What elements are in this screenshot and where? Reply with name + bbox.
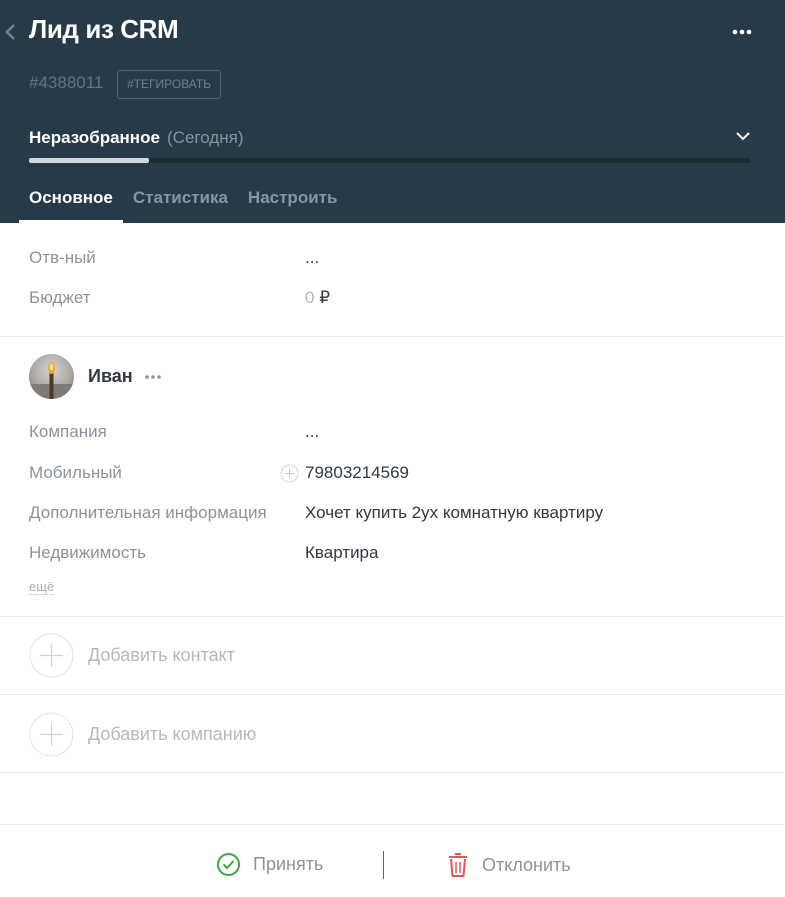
realty-value[interactable]: Квартира [305,543,378,563]
tab-main[interactable]: Основное [19,178,123,223]
company-label: Компания [29,422,107,441]
stage-progress-fill [29,158,149,163]
stage-name[interactable]: Неразобранное [29,128,160,148]
more-icon[interactable] [730,22,754,42]
tag-button[interactable]: #ТЕГИРОВАТЬ [117,70,222,99]
avatar[interactable] [29,354,74,399]
extra-info-label: Дополнительная информация [29,503,267,522]
divider [0,772,785,773]
tab-settings[interactable]: Настроить [238,178,348,223]
mobile-label: Мобильный [29,463,122,482]
budget-currency: ₽ [319,288,331,307]
back-icon[interactable] [2,20,18,44]
stage-date: (Сегодня) [167,128,244,147]
reject-label: Отклонить [482,854,571,875]
add-contact-label: Добавить контакт [88,645,235,665]
chevron-down-icon[interactable] [734,127,752,145]
lead-header: Лид из CRM #4388011 #ТЕГИРОВАТЬ Неразобр… [0,0,785,223]
footer-divider [0,824,785,825]
budget-value[interactable]: 0 ₽ [305,288,330,308]
avatar-image [29,362,74,399]
more-fields-link[interactable]: ещё [29,580,55,595]
divider [0,616,785,617]
check-circle-icon [217,853,240,876]
divider [0,694,785,695]
contact-more-icon[interactable] [143,369,163,385]
mobile-value[interactable]: 79803214569 [305,463,409,483]
divider [0,336,785,337]
accept-button[interactable]: Принять [216,852,323,877]
accept-label: Принять [253,854,324,874]
add-phone-icon[interactable] [280,464,299,483]
extra-info-value[interactable]: Хочет купить 2ух комнатную квартиру [305,503,603,523]
lead-id: #4388011 [29,73,104,92]
responsible-label: Отв-ный [29,248,96,267]
stage-progress-bar[interactable] [29,158,750,163]
footer-separator [383,851,384,879]
reject-button[interactable]: Отклонить [446,852,571,878]
responsible-value[interactable]: ... [305,248,319,268]
budget-label: Бюджет [29,288,91,307]
page-title: Лид из CRM [29,14,179,44]
contact-name[interactable]: Иван [88,366,133,387]
company-value[interactable]: ... [305,422,319,442]
plus-icon [29,712,74,757]
tab-bar: Основное Статистика Настроить [19,178,347,223]
budget-amount: 0 [305,288,315,307]
add-company-button[interactable]: Добавить компанию [29,712,256,757]
add-contact-button[interactable]: Добавить контакт [29,633,235,678]
add-company-label: Добавить компанию [88,724,257,744]
realty-label: Недвижимость [29,543,146,562]
plus-icon [29,633,74,678]
trash-icon [449,853,467,877]
tab-statistics[interactable]: Статистика [123,178,238,223]
